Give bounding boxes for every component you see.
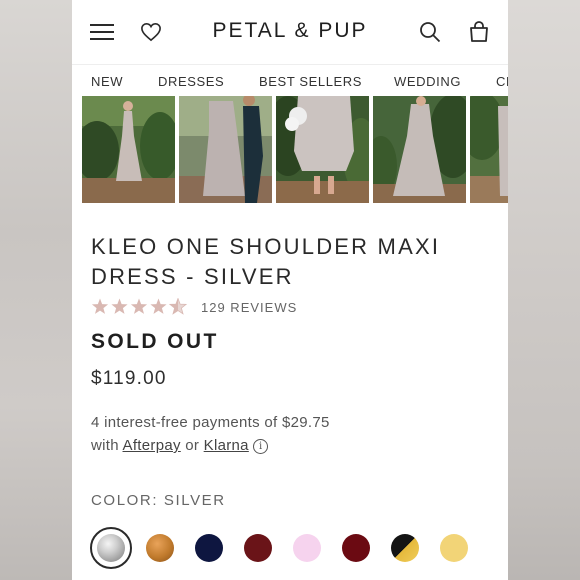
product-price: $119.00: [91, 368, 167, 389]
product-gallery: [72, 96, 508, 204]
swatch-burgundy[interactable]: [244, 534, 272, 562]
star-icon: [91, 298, 109, 314]
nav-item-best-sellers[interactable]: BEST SELLERS: [259, 74, 362, 89]
swatch-silver[interactable]: [97, 534, 125, 562]
star-icon: [150, 298, 167, 314]
star-icon: [168, 298, 187, 315]
sold-out-status: SOLD OUT: [91, 330, 219, 353]
background-right: [508, 0, 580, 580]
swatch-navy[interactable]: [195, 534, 223, 562]
swatch-wine[interactable]: [342, 534, 370, 562]
rating-row: 129 REVIEWS: [91, 297, 297, 317]
installment-text: 4 interest-free payments of $29.75: [91, 414, 330, 431]
product-photo-5[interactable]: [470, 96, 508, 203]
nav-item-new[interactable]: NEW: [91, 74, 123, 89]
product-title: KLEO ONE SHOULDER MAXI DRESS - SILVER: [91, 234, 441, 289]
swatch-black-gold[interactable]: [391, 534, 419, 562]
installment-providers: with Afterpay or Klarna i: [91, 437, 269, 454]
afterpay-link[interactable]: Afterpay: [123, 437, 181, 454]
color-label: COLOR: SILVER: [91, 492, 226, 509]
swatch-bronze[interactable]: [146, 534, 174, 562]
product-photo-1[interactable]: [82, 96, 175, 203]
with-text: with: [91, 437, 119, 454]
reviews-link[interactable]: 129 REVIEWS: [201, 300, 297, 315]
product-photo-4[interactable]: [373, 96, 466, 203]
swatch-pink[interactable]: [293, 534, 321, 562]
product-photo-3[interactable]: [276, 96, 369, 203]
klarna-link[interactable]: Klarna: [204, 437, 249, 454]
product-photo-2[interactable]: [179, 96, 272, 203]
nav-item-wedding[interactable]: WEDDING: [394, 74, 461, 89]
rating-stars: [91, 298, 187, 315]
nav-item-clothing[interactable]: CL: [496, 74, 508, 89]
star-icon: [111, 298, 128, 314]
swatch-yellow[interactable]: [440, 534, 468, 562]
search-icon[interactable]: [416, 18, 444, 46]
or-text: or: [185, 437, 200, 454]
header: PETAL & PUP: [72, 0, 508, 64]
background-left: [0, 0, 72, 580]
mobile-page: PETAL & PUP NEW DRESSES BEST SELLERS WED…: [72, 0, 508, 580]
nav-item-dresses[interactable]: DRESSES: [158, 74, 224, 89]
bag-icon[interactable]: [465, 18, 493, 46]
info-icon[interactable]: i: [253, 439, 269, 454]
category-nav: NEW DRESSES BEST SELLERS WEDDING CL: [72, 64, 508, 96]
star-icon: [130, 298, 148, 314]
